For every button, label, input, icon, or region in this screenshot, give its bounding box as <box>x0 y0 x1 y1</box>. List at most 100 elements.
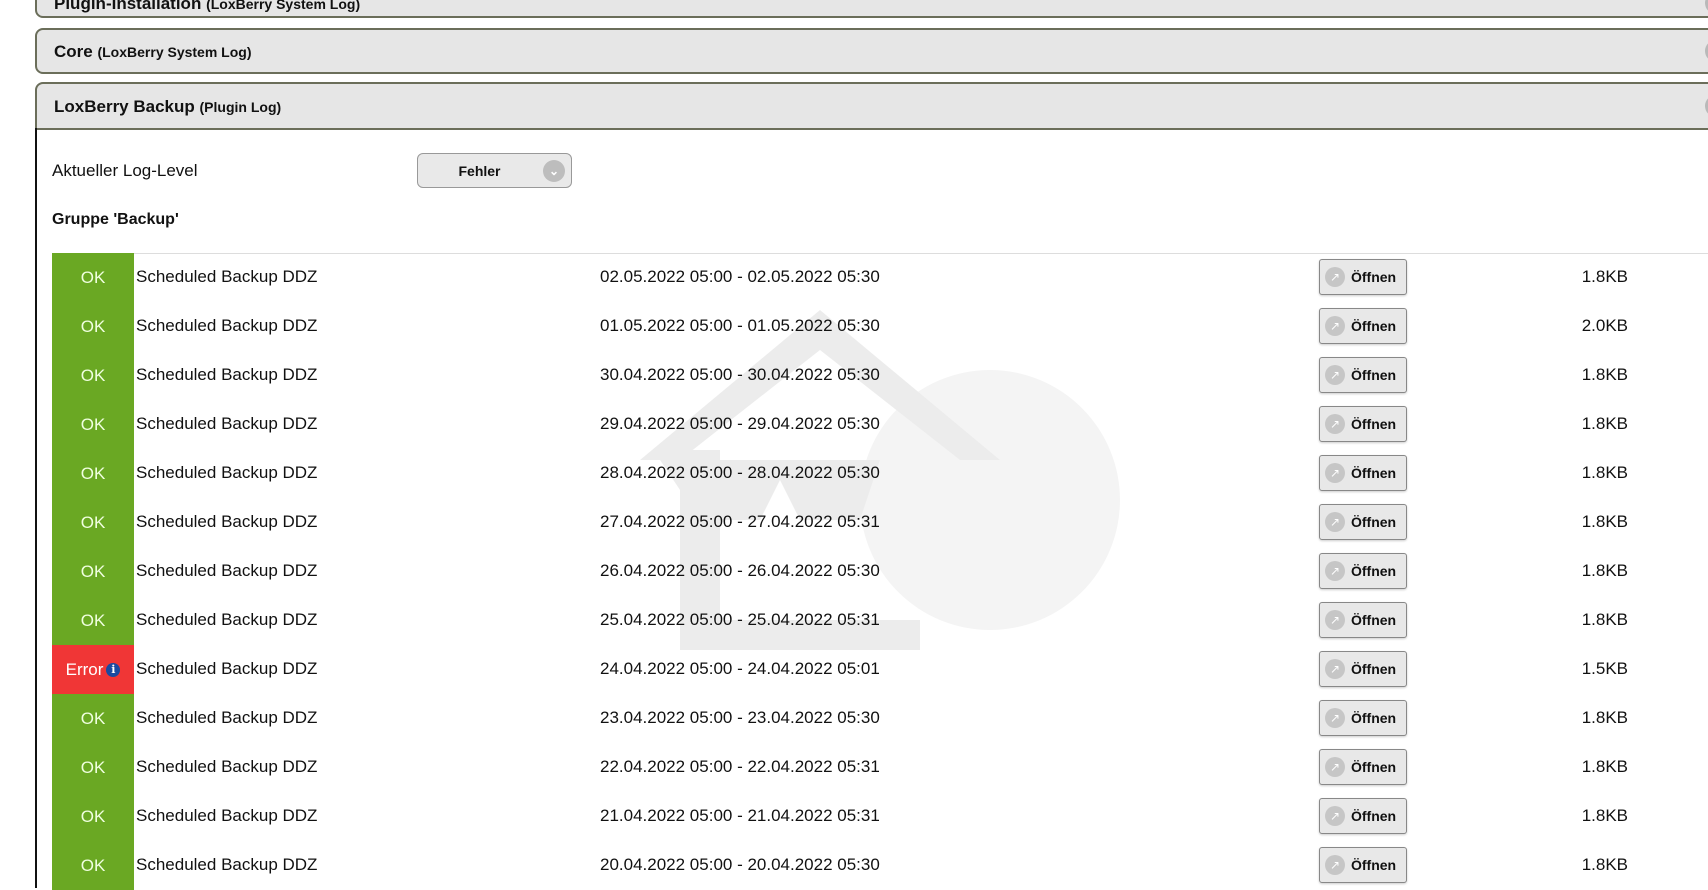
open-log-button[interactable]: ↗ Öffnen <box>1319 308 1407 344</box>
status-text: OK <box>80 709 106 728</box>
log-row: OK Scheduled Backup DDZ 28.04.2022 05:00… <box>52 449 1708 498</box>
status-text: Error <box>65 660 104 679</box>
log-time-range: 21.04.2022 05:00 - 21.04.2022 05:31 <box>600 806 880 825</box>
status-text: OK <box>80 317 106 336</box>
status-text: OK <box>80 611 106 630</box>
log-name: Scheduled Backup DDZ <box>136 463 318 482</box>
log-level-select[interactable]: Fehler ⌄ <box>417 153 572 188</box>
status-text: OK <box>80 268 106 287</box>
log-name: Scheduled Backup DDZ <box>136 561 318 580</box>
panel-header-core[interactable]: Core (LoxBerry System Log) ⌄ <box>35 28 1708 74</box>
log-name: Scheduled Backup DDZ <box>136 855 318 874</box>
panel-title: LoxBerry Backup (Plugin Log) <box>54 97 282 116</box>
log-level-label: Aktueller Log-Level <box>52 161 198 180</box>
log-size: 1.5KB <box>1581 659 1628 678</box>
panel-title: Core (LoxBerry System Log) <box>54 42 252 61</box>
log-row: OK Scheduled Backup DDZ 01.05.2022 05:00… <box>52 302 1708 351</box>
log-size: 1.8KB <box>1581 512 1628 531</box>
log-size: 1.8KB <box>1581 561 1628 580</box>
status-text: OK <box>80 513 106 532</box>
external-link-icon: ↗ <box>1325 708 1345 728</box>
log-name: Scheduled Backup DDZ <box>136 757 318 776</box>
log-size: 1.8KB <box>1581 806 1628 825</box>
log-row: OK Scheduled Backup DDZ 30.04.2022 05:00… <box>52 351 1708 400</box>
log-size: 1.8KB <box>1581 267 1628 286</box>
log-row: OK Scheduled Backup DDZ 20.04.2022 05:00… <box>52 841 1708 890</box>
status-text: OK <box>80 758 106 777</box>
open-label: Öffnen <box>1351 367 1397 383</box>
open-label: Öffnen <box>1351 318 1397 334</box>
open-log-button[interactable]: ↗ Öffnen <box>1319 602 1407 638</box>
log-time-range: 01.05.2022 05:00 - 01.05.2022 05:30 <box>600 316 880 335</box>
external-link-icon: ↗ <box>1325 316 1345 336</box>
open-label: Öffnen <box>1351 514 1397 530</box>
log-row: OK Scheduled Backup DDZ 02.05.2022 05:00… <box>52 253 1708 302</box>
log-time-range: 30.04.2022 05:00 - 30.04.2022 05:30 <box>600 365 880 384</box>
log-row: Error i Scheduled Backup DDZ 24.04.2022 0… <box>52 645 1708 694</box>
status-badge: OK <box>52 596 134 645</box>
status-badge: OK <box>52 253 134 302</box>
open-log-button[interactable]: ↗ Öffnen <box>1319 847 1407 883</box>
external-link-icon: ↗ <box>1325 463 1345 483</box>
log-name: Scheduled Backup DDZ <box>136 659 318 678</box>
log-row: OK Scheduled Backup DDZ 22.04.2022 05:00… <box>52 743 1708 792</box>
log-row: OK Scheduled Backup DDZ 26.04.2022 05:00… <box>52 547 1708 596</box>
external-link-icon: ↗ <box>1325 267 1345 287</box>
log-level-value: Fehler <box>458 163 501 179</box>
open-label: Öffnen <box>1351 465 1397 481</box>
open-label: Öffnen <box>1351 857 1397 873</box>
status-badge: OK <box>52 449 134 498</box>
status-badge: OK <box>52 400 134 449</box>
status-badge: OK <box>52 498 134 547</box>
open-label: Öffnen <box>1351 759 1397 775</box>
log-time-range: 23.04.2022 05:00 - 23.04.2022 05:30 <box>600 708 880 727</box>
open-label: Öffnen <box>1351 808 1397 824</box>
log-time-range: 20.04.2022 05:00 - 20.04.2022 05:30 <box>600 855 880 874</box>
status-text: OK <box>80 807 106 826</box>
open-label: Öffnen <box>1351 416 1397 432</box>
log-name: Scheduled Backup DDZ <box>136 267 318 286</box>
open-label: Öffnen <box>1351 661 1397 677</box>
panel-header-plugin-installation[interactable]: Plugin-Installation (LoxBerry System Log… <box>35 0 1708 18</box>
info-icon[interactable]: i <box>106 663 121 677</box>
log-name: Scheduled Backup DDZ <box>136 806 318 825</box>
external-link-icon: ↗ <box>1325 512 1345 532</box>
open-log-button[interactable]: ↗ Öffnen <box>1319 406 1407 442</box>
log-size: 1.8KB <box>1581 610 1628 629</box>
open-label: Öffnen <box>1351 269 1397 285</box>
log-row: OK Scheduled Backup DDZ 27.04.2022 05:00… <box>52 498 1708 547</box>
status-badge: OK <box>52 743 134 792</box>
open-label: Öffnen <box>1351 710 1397 726</box>
open-label: Öffnen <box>1351 612 1397 628</box>
log-size: 1.8KB <box>1581 463 1628 482</box>
external-link-icon: ↗ <box>1325 659 1345 679</box>
external-link-icon: ↗ <box>1325 757 1345 777</box>
log-name: Scheduled Backup DDZ <box>136 708 318 727</box>
status-badge: Error i <box>52 645 134 694</box>
log-name: Scheduled Backup DDZ <box>136 610 318 629</box>
status-text: OK <box>80 856 106 875</box>
log-time-range: 27.04.2022 05:00 - 27.04.2022 05:31 <box>600 512 880 531</box>
external-link-icon: ↗ <box>1325 561 1345 581</box>
open-log-button[interactable]: ↗ Öffnen <box>1319 700 1407 736</box>
log-row: OK Scheduled Backup DDZ 21.04.2022 05:00… <box>52 792 1708 841</box>
log-time-range: 24.04.2022 05:00 - 24.04.2022 05:01 <box>600 659 880 678</box>
panel-header-loxberry-backup[interactable]: LoxBerry Backup (Plugin Log) ⌃ <box>35 82 1708 130</box>
open-log-button[interactable]: ↗ Öffnen <box>1319 749 1407 785</box>
open-log-button[interactable]: ↗ Öffnen <box>1319 259 1407 295</box>
log-time-range: 02.05.2022 05:00 - 02.05.2022 05:30 <box>600 267 880 286</box>
status-text: OK <box>80 464 106 483</box>
open-log-button[interactable]: ↗ Öffnen <box>1319 553 1407 589</box>
open-log-button[interactable]: ↗ Öffnen <box>1319 455 1407 491</box>
open-log-button[interactable]: ↗ Öffnen <box>1319 357 1407 393</box>
external-link-icon: ↗ <box>1325 365 1345 385</box>
open-log-button[interactable]: ↗ Öffnen <box>1319 798 1407 834</box>
log-row: OK Scheduled Backup DDZ 25.04.2022 05:00… <box>52 596 1708 645</box>
log-time-range: 26.04.2022 05:00 - 26.04.2022 05:30 <box>600 561 880 580</box>
open-log-button[interactable]: ↗ Öffnen <box>1319 651 1407 687</box>
status-badge: OK <box>52 547 134 596</box>
log-name: Scheduled Backup DDZ <box>136 512 318 531</box>
status-text: OK <box>80 562 106 581</box>
external-link-icon: ↗ <box>1325 855 1345 875</box>
open-log-button[interactable]: ↗ Öffnen <box>1319 504 1407 540</box>
